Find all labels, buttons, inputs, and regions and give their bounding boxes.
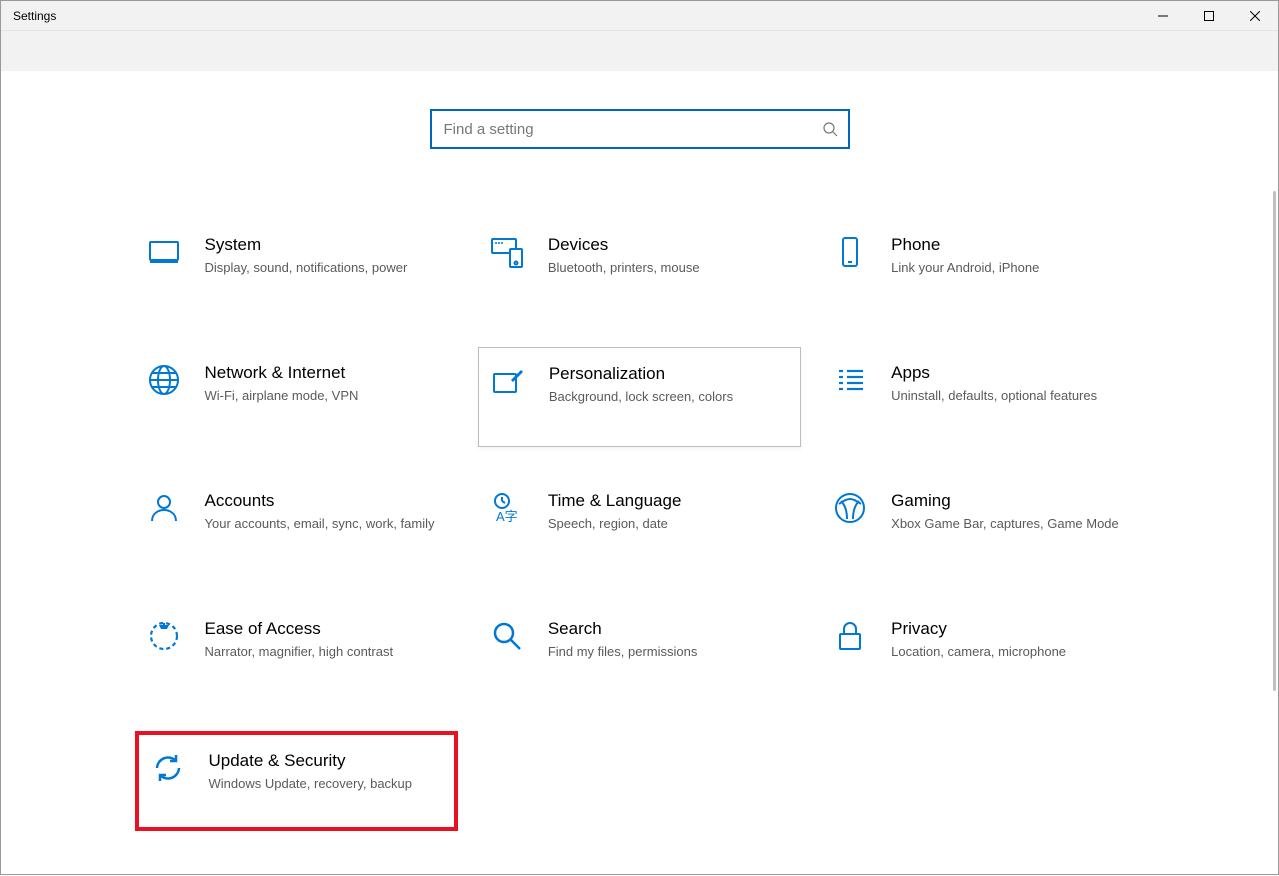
tile-time-language[interactable]: A字 Time & Language Speech, region, date xyxy=(478,475,801,575)
content-area: System Display, sound, notifications, po… xyxy=(1,71,1278,876)
tile-title: Gaming xyxy=(891,491,1126,511)
tile-desc: Your accounts, email, sync, work, family xyxy=(205,515,440,533)
titlebar: Settings xyxy=(1,1,1278,31)
tile-desc: Windows Update, recovery, backup xyxy=(209,775,436,793)
devices-icon xyxy=(488,235,526,273)
tile-title: Search xyxy=(548,619,783,639)
tile-system[interactable]: System Display, sound, notifications, po… xyxy=(135,219,458,319)
tile-desc: Wi-Fi, airplane mode, VPN xyxy=(205,387,440,405)
tile-search[interactable]: Search Find my files, permissions xyxy=(478,603,801,703)
ribbon-area xyxy=(1,31,1278,71)
time-language-icon: A字 xyxy=(488,491,526,529)
tile-title: Ease of Access xyxy=(205,619,440,639)
tile-desc: Narrator, magnifier, high contrast xyxy=(205,643,440,661)
tile-title: Devices xyxy=(548,235,783,255)
gaming-icon xyxy=(831,491,869,529)
search-icon xyxy=(822,121,838,137)
personalization-icon xyxy=(489,364,527,402)
tile-title: Time & Language xyxy=(548,491,783,511)
tile-title: Network & Internet xyxy=(205,363,440,383)
window-title: Settings xyxy=(1,9,56,23)
tile-phone[interactable]: Phone Link your Android, iPhone xyxy=(821,219,1144,319)
network-icon xyxy=(145,363,183,401)
search-box[interactable] xyxy=(430,109,850,149)
tile-desc: Link your Android, iPhone xyxy=(891,259,1126,277)
svg-text:A字: A字 xyxy=(496,509,518,524)
settings-grid: System Display, sound, notifications, po… xyxy=(135,219,1145,831)
tile-personalization[interactable]: Personalization Background, lock screen,… xyxy=(478,347,801,447)
tile-ease-of-access[interactable]: Ease of Access Narrator, magnifier, high… xyxy=(135,603,458,703)
privacy-icon xyxy=(831,619,869,657)
phone-icon xyxy=(831,235,869,273)
tile-devices[interactable]: Devices Bluetooth, printers, mouse xyxy=(478,219,801,319)
ease-of-access-icon xyxy=(145,619,183,657)
system-icon xyxy=(145,235,183,273)
tile-title: Update & Security xyxy=(209,751,436,771)
apps-icon xyxy=(831,363,869,401)
tile-desc: Background, lock screen, colors xyxy=(549,388,782,406)
scrollbar[interactable] xyxy=(1273,191,1276,691)
tile-desc: Uninstall, defaults, optional features xyxy=(891,387,1126,405)
tile-desc: Location, camera, microphone xyxy=(891,643,1126,661)
tile-apps[interactable]: Apps Uninstall, defaults, optional featu… xyxy=(821,347,1144,447)
search-container xyxy=(1,109,1278,149)
tile-desc: Bluetooth, printers, mouse xyxy=(548,259,783,277)
window-controls xyxy=(1140,1,1278,31)
close-button[interactable] xyxy=(1232,1,1278,31)
tile-title: System xyxy=(205,235,440,255)
minimize-button[interactable] xyxy=(1140,1,1186,31)
maximize-button[interactable] xyxy=(1186,1,1232,31)
tile-network[interactable]: Network & Internet Wi-Fi, airplane mode,… xyxy=(135,347,458,447)
update-security-icon xyxy=(149,751,187,789)
search-input[interactable] xyxy=(444,121,822,138)
accounts-icon xyxy=(145,491,183,529)
tile-title: Phone xyxy=(891,235,1126,255)
tile-update-security[interactable]: Update & Security Windows Update, recove… xyxy=(135,731,458,831)
tile-title: Privacy xyxy=(891,619,1126,639)
tile-desc: Find my files, permissions xyxy=(548,643,783,661)
tile-title: Apps xyxy=(891,363,1126,383)
tile-desc: Speech, region, date xyxy=(548,515,783,533)
tile-privacy[interactable]: Privacy Location, camera, microphone xyxy=(821,603,1144,703)
tile-title: Accounts xyxy=(205,491,440,511)
tile-accounts[interactable]: Accounts Your accounts, email, sync, wor… xyxy=(135,475,458,575)
tile-desc: Xbox Game Bar, captures, Game Mode xyxy=(891,515,1126,533)
tile-desc: Display, sound, notifications, power xyxy=(205,259,440,277)
tile-title: Personalization xyxy=(549,364,782,384)
tile-gaming[interactable]: Gaming Xbox Game Bar, captures, Game Mod… xyxy=(821,475,1144,575)
search-tile-icon xyxy=(488,619,526,657)
